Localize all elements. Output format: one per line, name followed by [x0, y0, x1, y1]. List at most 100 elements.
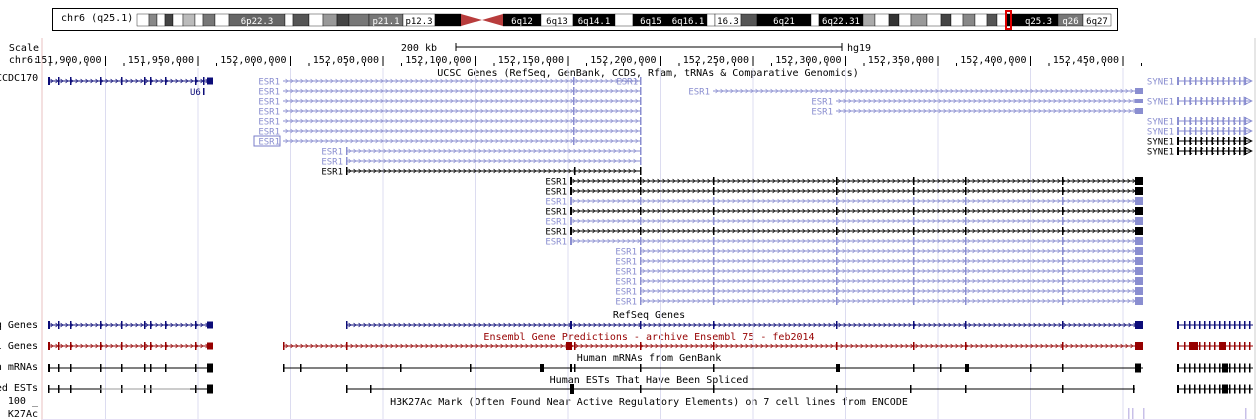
exon: [1135, 217, 1143, 225]
exon: [1062, 247, 1064, 255]
exon: [574, 364, 576, 372]
gene-label: ESR1: [545, 228, 567, 238]
exon: [1062, 342, 1064, 350]
exon: [913, 287, 915, 295]
h3k27-track-label[interactable]: K27Ac: [8, 409, 38, 420]
exon: [1229, 321, 1231, 329]
exon: [1135, 197, 1143, 205]
esr1-transcript: ESR1: [811, 98, 1143, 108]
exon: [1195, 147, 1197, 155]
exon: [195, 385, 197, 393]
exon: [1229, 363, 1231, 373]
exon: [1233, 127, 1235, 135]
exon: [1184, 342, 1186, 350]
exon: [1200, 127, 1202, 135]
exon: [1222, 137, 1224, 145]
exon: [713, 385, 715, 393]
gene-label: ESR1: [321, 168, 343, 178]
exon: [1228, 77, 1230, 85]
exon: [346, 342, 348, 350]
gene-label: ESR1: [545, 188, 567, 198]
esr1-transcript: ESR1: [321, 157, 642, 168]
exon: [1214, 342, 1216, 350]
exon: [640, 237, 642, 245]
exon: [1222, 384, 1228, 394]
exon: [203, 77, 205, 85]
mrna-track-label[interactable]: n mRNAs: [0, 362, 38, 373]
exon: [570, 227, 572, 235]
exon: [574, 167, 576, 175]
exon: [1184, 384, 1186, 394]
exon: [965, 287, 967, 295]
exon: [836, 227, 838, 235]
exon: [913, 364, 915, 372]
exon: [100, 342, 102, 350]
exon: [346, 147, 348, 155]
tracks-image[interactable]: Scale chr6: 200 kb hg19 151,900,000 151,9…: [0, 0, 1259, 420]
exon: [836, 207, 838, 215]
exon: [913, 237, 915, 245]
h3k27ac-signal-peak: [1143, 408, 1145, 420]
exon: [165, 77, 167, 85]
exon: [1184, 127, 1186, 135]
exon: [573, 97, 575, 105]
exon: [713, 364, 715, 372]
ensembl-track-label[interactable]: l Genes: [0, 341, 38, 352]
exon: [58, 321, 60, 329]
gene-label: ESR1: [545, 238, 567, 248]
exon: [713, 267, 715, 275]
exon: [640, 77, 642, 85]
exon: [207, 77, 213, 85]
exon: [713, 187, 715, 195]
exon: [1177, 342, 1179, 350]
ensembl-esr1: [283, 342, 1143, 350]
exon: [1239, 127, 1241, 135]
exon: [470, 364, 472, 372]
exon: [1062, 267, 1064, 275]
exon: [1206, 147, 1208, 155]
exon: [1233, 137, 1235, 145]
exon: [1062, 217, 1064, 225]
exon: [836, 187, 838, 195]
exon: [48, 364, 50, 372]
genome-browser-view: 6p22.3 p21.1 p12.3 6q12 6q13 6q14.1 6q15 6q16.1…: [0, 0, 1259, 420]
exon: [1194, 363, 1196, 373]
exon: [1211, 97, 1213, 105]
exon: [1189, 117, 1191, 125]
exon: [965, 197, 967, 205]
exon: [195, 364, 197, 372]
exon: [836, 177, 838, 185]
exon: [144, 364, 146, 372]
esr1-transcript: ESR1: [321, 147, 642, 158]
exon: [1217, 97, 1219, 105]
exon: [1199, 363, 1201, 373]
exon: [965, 321, 967, 329]
ccdc170-gene-label[interactable]: CCDC170: [0, 73, 38, 84]
gene-label: SYNE1: [1147, 138, 1174, 148]
exon: [640, 177, 642, 185]
gene-label: SYNE1: [1147, 118, 1174, 128]
exon: [1062, 237, 1064, 245]
ensembl-genes-title: Ensembl Gene Predictions - archive Ensem…: [483, 332, 814, 343]
exon: [1062, 207, 1064, 215]
exon: [640, 197, 642, 205]
esr1-transcript: ESR1: [615, 267, 1143, 278]
exon: [1249, 384, 1251, 394]
exon: [195, 342, 197, 350]
exon: [836, 237, 838, 245]
ucsc-genes-title: UCSC Genes (RefSeq, GenBank, CCDS, Rfam,…: [437, 68, 858, 79]
exon: [1062, 364, 1064, 372]
exon: [540, 364, 544, 372]
h3k27ac-signal-peak: [1245, 408, 1247, 420]
exon: [100, 77, 102, 85]
exon: [144, 342, 146, 350]
exon: [1233, 117, 1235, 125]
exon: [713, 277, 715, 285]
exon: [940, 364, 942, 372]
exon: [1244, 363, 1246, 373]
exon: [1062, 227, 1064, 235]
est-track-label[interactable]: ed ESTs: [0, 383, 38, 394]
refseq-track-label[interactable]: q Genes: [0, 320, 38, 331]
exon: [346, 157, 348, 165]
exon: [150, 77, 152, 85]
